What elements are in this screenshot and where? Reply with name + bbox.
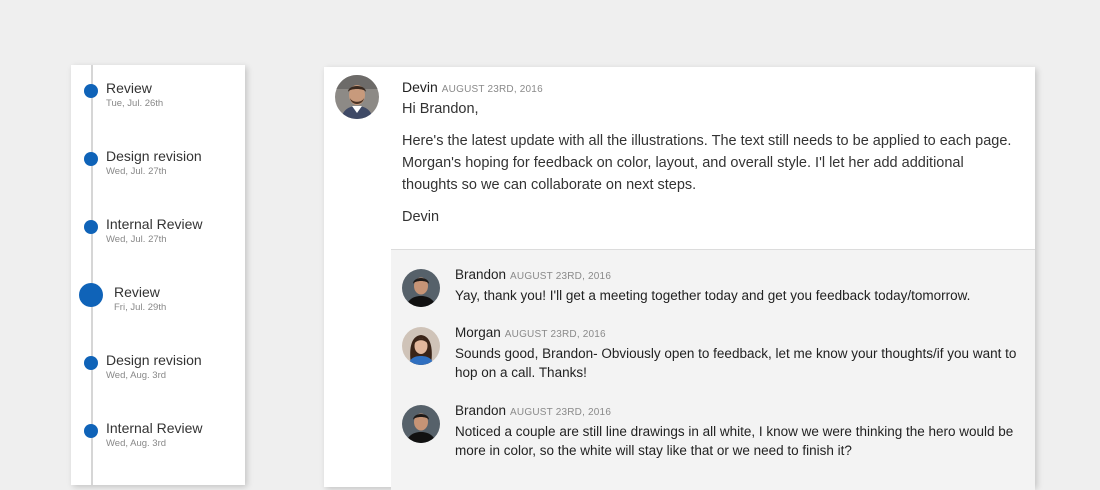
message-greeting: Hi Brandon, (402, 101, 479, 117)
reply-text: Sounds good, Brandon- Obviously open to … (455, 346, 1017, 380)
timeline-item-title: Design revision (106, 352, 202, 368)
reply-date: AUGUST 23RD, 2016 (510, 271, 612, 282)
timeline-item-date: Wed, Aug. 3rd (106, 438, 167, 449)
reply-header: Morgan AUGUST 23RD, 2016 (455, 325, 606, 340)
reply-author: Morgan (455, 325, 501, 340)
message-signature: Devin (402, 209, 440, 225)
timeline-item-date: Wed, Aug. 3rd (106, 370, 167, 381)
timeline-dot-icon (84, 220, 98, 234)
reply-author: Brandon (455, 267, 507, 282)
reply-date: AUGUST 23RD, 2016 (510, 407, 612, 418)
message-date: AUGUST 23RD, 2016 (441, 84, 543, 95)
timeline-item-title: Internal Review (106, 420, 203, 436)
timeline-item-date: Fri, Jul. 29th (114, 302, 167, 313)
message-author: Devin (402, 79, 438, 95)
avatar[interactable] (335, 75, 379, 119)
timeline-dot-icon (84, 84, 98, 98)
avatar[interactable] (402, 327, 440, 365)
reply-author: Brandon (455, 403, 507, 418)
timeline-item-title: Internal Review (106, 216, 203, 232)
reply-header: Brandon AUGUST 23RD, 2016 (455, 267, 611, 282)
message-thread: Devin AUGUST 23RD, 2016 Hi Brandon, Here'… (324, 67, 1035, 490)
timeline-item-date: Wed, Jul. 27th (106, 166, 167, 177)
timeline-item-design-revision-jul27[interactable]: Design revision Wed, Jul. 27th (71, 139, 245, 179)
timeline-dot-icon (84, 152, 98, 166)
avatar[interactable] (402, 405, 440, 443)
timeline-item-internal-review-jul27[interactable]: Internal Review Wed, Jul. 27th (71, 207, 245, 247)
timeline-item-date: Tue, Jul. 26th (106, 98, 164, 109)
replies-section: Brandon AUGUST 23RD, 2016 Yay, thank you!… (391, 249, 1035, 490)
timeline-item-title: Review (114, 284, 160, 300)
timeline-dot-icon (84, 356, 98, 370)
timeline-item-review-jul26[interactable]: Review Tue, Jul. 26th (71, 71, 245, 111)
timeline-item-review-jul29[interactable]: Review Fri, Jul. 29th (71, 275, 245, 315)
timeline-item-design-revision-aug3[interactable]: Design revision Wed, Aug. 3rd (71, 343, 245, 383)
avatar[interactable] (402, 269, 440, 307)
reply-text: Noticed a couple are still line drawings… (455, 424, 1014, 458)
timeline-item-internal-review-aug3[interactable]: Internal Review Wed, Aug. 3rd (71, 411, 245, 451)
message-body: Here's the latest update with all the il… (402, 133, 1012, 193)
timeline-dot-icon (84, 424, 98, 438)
timeline-item-title: Review (106, 80, 152, 96)
reply-header: Brandon AUGUST 23RD, 2016 (455, 403, 611, 418)
message-header: Devin AUGUST 23RD, 2016 (402, 79, 543, 95)
timeline-dot-icon (79, 283, 103, 307)
timeline-item-date: Wed, Jul. 27th (106, 234, 167, 245)
reply-date: AUGUST 23RD, 2016 (504, 329, 606, 340)
reply-text: Yay, thank you! I'll get a meeting toget… (455, 288, 971, 303)
timeline-item-title: Design revision (106, 148, 202, 164)
timeline-panel: Review Tue, Jul. 26th Design revision We… (71, 65, 245, 485)
